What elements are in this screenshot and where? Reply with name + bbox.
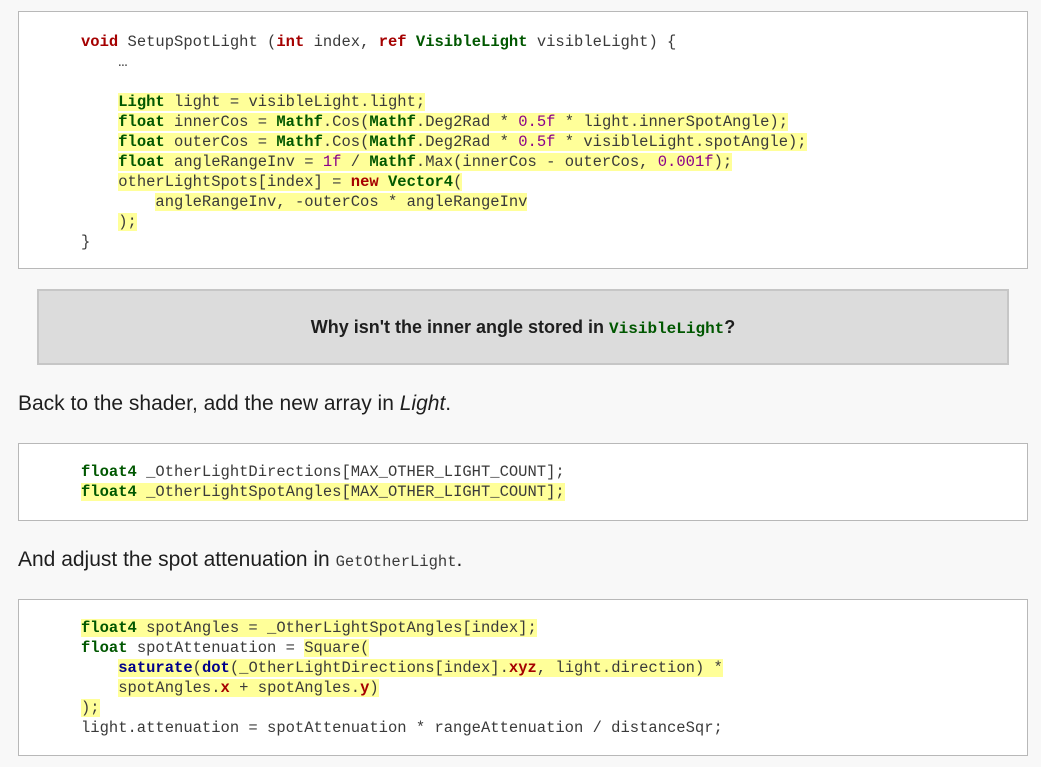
type-name: float4 [81, 463, 137, 481]
code-fragment: _OtherLightDirections[MAX_OTHER_LIGHT_CO… [136, 463, 565, 481]
code-fragment: ( [192, 659, 202, 677]
type-name: Mathf [369, 113, 416, 131]
code-fragment: + spotAngles. [229, 679, 361, 697]
highlight: Square( [304, 639, 370, 657]
code-block-spot-attenuation: float4 spotAngles = _OtherLightSpotAngle… [18, 599, 1028, 756]
type-name: float4 [81, 619, 137, 637]
number-literal: 0.001f [657, 153, 714, 171]
paragraph-end: . [445, 392, 452, 415]
code-fragment: * [713, 659, 723, 677]
code-fragment: light.attenuation = spotAttenuation * ra… [81, 719, 723, 737]
code-fragment: * light.innerSpotAngle); [555, 113, 788, 131]
type-name: float [118, 153, 165, 171]
paragraph-text: And adjust the spot attenuation in [18, 548, 336, 571]
paragraph: And adjust the spot attenuation in GetOt… [18, 548, 462, 572]
code-fragment: , light.direction) [536, 659, 714, 677]
highlight: angleRangeInv, -outerCos * angleRangeInv [155, 193, 528, 211]
type-name: Light [118, 93, 165, 111]
keyword: ref [378, 33, 407, 51]
keyword: y [360, 679, 370, 697]
type-name: Vector4 [387, 173, 454, 191]
highlight: float4 spotAngles = _OtherLightSpotAngle… [81, 619, 537, 637]
question-label: Why isn't the inner angle stored in [310, 316, 610, 337]
code-fragment: * visibleLight.spotAngle); [555, 133, 807, 151]
number-literal: 0.5f [518, 133, 556, 151]
type-name: float [118, 113, 165, 131]
question-box[interactable]: Why isn't the inner angle stored in Visi… [37, 289, 1009, 365]
highlight: otherLightSpots[index] = new Vector4( [118, 173, 463, 191]
keyword: x [220, 679, 230, 697]
code-fragment: visibleLight) { [527, 33, 677, 51]
code-text: float4 spotAngles = _OtherLightSpotAngle… [19, 600, 1027, 738]
paragraph-emphasis: Light [399, 392, 446, 415]
code-fragment: .Deg2Rad * [415, 113, 519, 131]
type-name: float4 [81, 483, 137, 501]
code-fragment: } [81, 233, 91, 251]
question-text: Why isn't the inner angle stored in Visi… [311, 317, 736, 338]
highlight: float innerCos = Mathf.Cos(Mathf.Deg2Rad… [118, 113, 788, 131]
number-literal: 0.5f [518, 113, 556, 131]
type-name: Mathf [276, 113, 323, 131]
keyword: new [350, 173, 379, 191]
code-fragment: .Deg2Rad * [415, 133, 519, 151]
code-text: float4 _OtherLightDirections[MAX_OTHER_L… [19, 444, 1027, 502]
highlight: ); [81, 699, 100, 717]
code-fragment: .Cos( [322, 113, 370, 131]
code-block-shader-arrays: float4 _OtherLightDirections[MAX_OTHER_L… [18, 443, 1028, 521]
code-fragment: _OtherLightSpotAngles[MAX_OTHER_LIGHT_CO… [136, 483, 565, 501]
code-fragment: outerCos = [164, 133, 277, 151]
code-fragment: innerCos = [164, 113, 277, 131]
paragraph-code: GetOtherLight [335, 553, 457, 571]
code-block-setup-spot-light: void SetupSpotLight (int index, ref Visi… [18, 11, 1028, 269]
function-name: dot [201, 659, 230, 677]
code-text: void SetupSpotLight (int index, ref Visi… [19, 12, 1027, 252]
code-fragment: SetupSpotLight ( [118, 33, 277, 51]
type-name: float [118, 133, 165, 151]
question-code: VisibleLight [609, 319, 725, 338]
number-literal: 1f [322, 153, 342, 171]
keyword: void [81, 33, 119, 51]
highlight: float outerCos = Mathf.Cos(Mathf.Deg2Rad… [118, 133, 807, 151]
highlight: saturate(dot(_OtherLightDirections[index… [118, 659, 723, 677]
keyword: int [276, 33, 305, 51]
code-fragment: (_OtherLightDirections[index]. [229, 659, 509, 677]
type-name: Mathf [369, 133, 416, 151]
code-fragment: spotAttenuation = [127, 639, 305, 657]
code-fragment: otherLightSpots[index] = [118, 173, 351, 191]
code-fragment [379, 173, 388, 191]
paragraph-end: . [456, 548, 463, 571]
code-fragment: / [341, 153, 370, 171]
highlight: spotAngles.x + spotAngles.y) [118, 679, 379, 697]
paragraph: Back to the shader, add the new array in… [18, 392, 451, 416]
highlight: float4 _OtherLightSpotAngles[MAX_OTHER_L… [81, 483, 565, 501]
code-fragment: spotAngles = _OtherLightSpotAngles[index… [136, 619, 537, 637]
type-name: VisibleLight [415, 33, 528, 51]
type-name: Mathf [276, 133, 323, 151]
code-fragment: ); [713, 153, 733, 171]
type-name: Mathf [369, 153, 416, 171]
highlight: float angleRangeInv = 1f / Mathf.Max(inn… [118, 153, 733, 171]
function-name: saturate [118, 659, 193, 677]
code-fragment: light = visibleLight.light; [164, 93, 426, 111]
highlight: ); [118, 213, 137, 231]
code-fragment: .Cos( [322, 133, 370, 151]
paragraph-text: Back to the shader, add the new array in [18, 392, 400, 415]
code-fragment: ( [453, 173, 463, 191]
code-fragment: angleRangeInv = [164, 153, 323, 171]
question-end: ? [724, 316, 736, 337]
keyword: xyz [508, 659, 537, 677]
ellipsis: … [118, 53, 128, 71]
code-fragment: ) [369, 679, 379, 697]
type-name: float [81, 639, 128, 657]
code-fragment: index, [304, 33, 379, 51]
highlight: Light light = visibleLight.light; [118, 93, 426, 111]
code-fragment: .Max(innerCos - outerCos, [415, 153, 658, 171]
code-fragment: spotAngles. [118, 679, 221, 697]
